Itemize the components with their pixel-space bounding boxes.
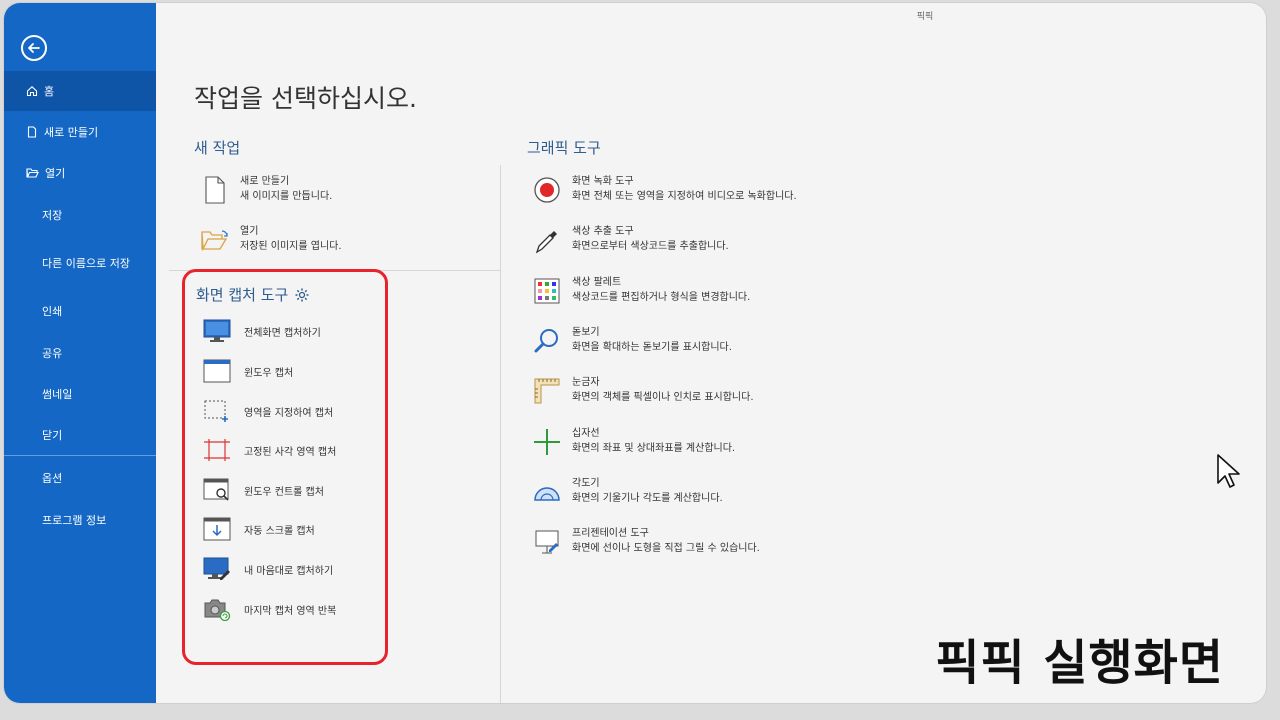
item-desc: 새 이미지를 만듭니다. — [240, 191, 333, 202]
app-window: 픽픽 홈 새로 만들기 열기 저장 다른 이름으로 저장 인쇄 공유 썸네일 닫… — [4, 3, 1266, 703]
record-icon — [534, 177, 560, 203]
mouse-cursor-icon — [1217, 454, 1240, 488]
magnifier-icon — [534, 329, 558, 353]
sidebar-item-new[interactable]: 새로 만들기 — [4, 112, 156, 152]
back-button[interactable] — [21, 35, 47, 61]
crosshair-icon — [534, 429, 560, 455]
tool-desc: 화면으로부터 색상코드를 추출합니다. — [572, 241, 729, 252]
item-title: 열기 — [240, 226, 259, 237]
sidebar-item-save[interactable]: 저장 — [4, 195, 156, 235]
palette-grid-icon — [534, 278, 560, 304]
sidebar-item-options[interactable]: 옵션 — [4, 458, 156, 498]
tool-desc: 화면의 좌표 및 상대좌표를 계산합니다. — [572, 443, 736, 454]
eyedropper-icon — [535, 231, 557, 254]
arrow-left-icon — [28, 43, 40, 53]
tool-desc: 화면의 기울기나 각도를 계산합니다. — [572, 493, 723, 504]
sidebar-item-label: 옵션 — [42, 472, 63, 485]
sidebar-item-label: 홈 — [44, 85, 55, 98]
sidebar-item-label: 저장 — [42, 209, 63, 222]
tool-desc: 화면에 선이나 도형을 직접 그릴 수 있습니다. — [572, 543, 760, 554]
home-icon — [26, 86, 38, 97]
tool-screen-record[interactable]: 화면 녹화 도구 화면 전체 또는 영역을 지정하여 비디오로 녹화합니다. — [532, 175, 797, 205]
new-file-icon — [27, 126, 37, 138]
sidebar-item-thumbnail[interactable]: 썸네일 — [4, 374, 156, 414]
tool-title: 눈금자 — [572, 377, 600, 388]
tool-title: 십자선 — [572, 428, 600, 439]
new-image-item[interactable]: 새로 만들기 새 이미지를 만듭니다. — [200, 175, 332, 205]
sidebar-item-label: 썸네일 — [42, 388, 73, 401]
graphic-tools-heading: 그래픽 도구 — [527, 139, 601, 157]
sidebar-item-label: 새로 만들기 — [44, 126, 99, 139]
folder-open-icon — [26, 168, 39, 178]
sidebar-item-home[interactable]: 홈 — [4, 71, 156, 111]
sidebar-divider — [4, 455, 156, 456]
tool-crosshair[interactable]: 십자선 화면의 좌표 및 상대좌표를 계산합니다. — [532, 427, 735, 457]
sidebar-item-label: 인쇄 — [42, 305, 63, 318]
sidebar-item-close[interactable]: 닫기 — [4, 415, 156, 455]
sidebar-item-open[interactable]: 열기 — [4, 153, 156, 193]
tool-title: 색상 팔레트 — [572, 277, 622, 288]
tool-magnifier[interactable]: 돋보기 화면을 확대하는 돋보기를 표시합니다. — [532, 326, 732, 356]
sidebar-item-about[interactable]: 프로그램 정보 — [4, 500, 156, 540]
open-image-item[interactable]: 열기 저장된 이미지를 엽니다. — [200, 225, 342, 255]
sidebar: 홈 새로 만들기 열기 저장 다른 이름으로 저장 인쇄 공유 썸네일 닫기 옵… — [4, 3, 156, 703]
item-desc: 저장된 이미지를 엽니다. — [240, 241, 342, 252]
tool-title: 화면 녹화 도구 — [572, 176, 634, 187]
tool-title: 색상 추출 도구 — [572, 226, 634, 237]
presentation-board-icon — [535, 530, 559, 554]
ruler-icon — [534, 378, 560, 404]
tool-color-palette[interactable]: 색상 팔레트 색상코드를 편집하거나 형식을 변경합니다. — [532, 276, 750, 306]
new-task-heading: 새 작업 — [194, 139, 241, 157]
tool-desc: 화면을 확대하는 돋보기를 표시합니다. — [572, 342, 732, 353]
tool-title: 프리젠테이션 도구 — [572, 528, 649, 539]
folder-open-icon — [201, 230, 228, 252]
tool-title: 돋보기 — [572, 327, 600, 338]
tool-protractor[interactable]: 각도기 화면의 기울기나 각도를 계산합니다. — [532, 477, 723, 507]
blank-page-icon — [205, 176, 225, 204]
sidebar-item-print[interactable]: 인쇄 — [4, 291, 156, 331]
protractor-icon — [534, 487, 560, 501]
tool-title: 각도기 — [572, 478, 600, 489]
overlay-caption: 픽픽 실행화면 — [935, 635, 1224, 691]
item-title: 새로 만들기 — [240, 176, 290, 187]
window-title: 픽픽 — [916, 12, 934, 22]
page-title: 작업을 선택하십시오. — [194, 84, 417, 113]
sidebar-item-share[interactable]: 공유 — [4, 333, 156, 373]
sidebar-item-save-as[interactable]: 다른 이름으로 저장 — [4, 243, 156, 283]
tool-desc: 화면의 객체를 픽셀이나 인치로 표시합니다. — [572, 392, 754, 403]
sidebar-item-label: 프로그램 정보 — [42, 514, 107, 527]
tool-presentation[interactable]: 프리젠테이션 도구 화면에 선이나 도형을 직접 그릴 수 있습니다. — [532, 527, 760, 557]
column-divider — [500, 165, 501, 703]
highlight-box — [182, 269, 388, 665]
sidebar-item-label: 공유 — [42, 347, 63, 360]
sidebar-item-label: 다른 이름으로 저장 — [42, 257, 130, 270]
sidebar-item-label: 열기 — [45, 167, 66, 180]
tool-desc: 화면 전체 또는 영역을 지정하여 비디오로 녹화합니다. — [572, 191, 797, 202]
tool-color-picker[interactable]: 색상 추출 도구 화면으로부터 색상코드를 추출합니다. — [532, 225, 729, 255]
sidebar-item-label: 닫기 — [42, 429, 63, 442]
tool-ruler[interactable]: 눈금자 화면의 객체를 픽셀이나 인치로 표시합니다. — [532, 376, 754, 406]
tool-desc: 색상코드를 편집하거나 형식을 변경합니다. — [572, 292, 751, 303]
